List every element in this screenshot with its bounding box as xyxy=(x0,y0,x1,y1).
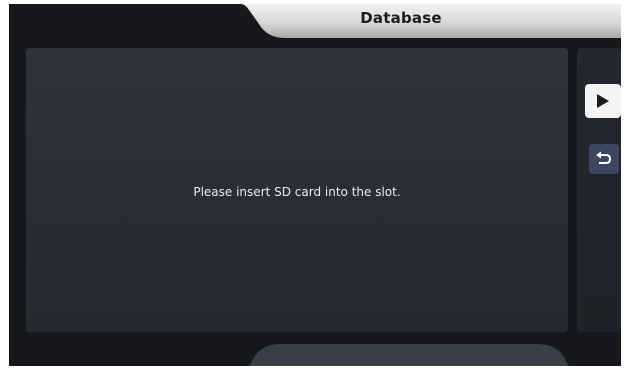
screen: Database Please insert SD card into the … xyxy=(9,4,621,366)
return-button[interactable] xyxy=(589,144,619,174)
page-title: Database xyxy=(360,9,442,27)
status-message: Please insert SD card into the slot. xyxy=(193,185,401,199)
play-icon xyxy=(597,94,609,108)
bottom-tab xyxy=(241,340,577,366)
device-frame: Database Please insert SD card into the … xyxy=(0,0,627,369)
title-tab: Database xyxy=(241,4,621,38)
play-button[interactable] xyxy=(585,84,621,118)
return-icon xyxy=(596,151,612,164)
bottom-tab-shape xyxy=(249,344,569,366)
content-panel: Please insert SD card into the slot. xyxy=(26,48,568,332)
